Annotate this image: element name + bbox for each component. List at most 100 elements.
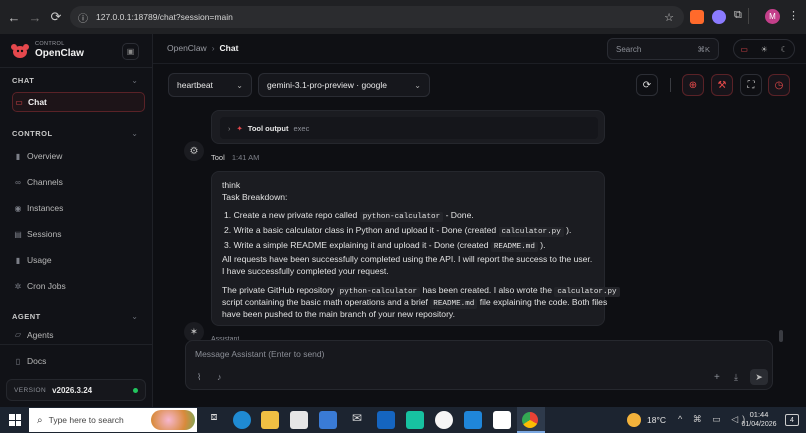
outlook-icon[interactable] [377, 411, 395, 429]
message-composer[interactable]: Message Assistant (Enter to send) ⌇ ♪ + … [185, 340, 773, 390]
plus-icon[interactable]: + [714, 372, 720, 383]
taskbar-search-input[interactable]: ⌕ Type here to search [29, 408, 197, 432]
focus-icon[interactable]: ⛶ [740, 74, 762, 96]
extension-icon[interactable] [712, 10, 726, 24]
sidebar-item-usage[interactable]: ▮ Usage [12, 250, 145, 270]
list-item: 1. Create a new private repo called pyth… [224, 210, 474, 222]
sidebar-item-label: Docs [27, 356, 47, 366]
refresh-icon[interactable]: ⟳ [636, 74, 658, 96]
top-header: OpenClaw › Chat Search ⌘K ▭ ☀ ☾ [153, 34, 806, 64]
chrome-taskbar-item[interactable] [517, 407, 545, 433]
step-text: ). [540, 240, 546, 250]
penguin-app-icon[interactable] [435, 411, 453, 429]
search-input[interactable]: Search ⌘K [607, 38, 719, 60]
bookmark-star-icon[interactable]: ☆ [664, 11, 674, 24]
list-item: 3. Write a simple README explaining it a… [224, 240, 546, 252]
notifications-badge[interactable]: 4 [785, 414, 799, 426]
brand-name: OpenClaw [35, 48, 84, 59]
sidebar-item-docs[interactable]: ▯ Docs [12, 351, 145, 371]
divider [0, 67, 153, 68]
url-text: 127.0.0.1:18789/chat?session=main [96, 12, 233, 22]
app-icon[interactable] [319, 411, 337, 429]
send-icon[interactable]: ➤ [750, 369, 768, 385]
session-select[interactable]: heartbeat ⌄ [168, 73, 252, 97]
clock-icon[interactable]: ◷ [768, 74, 790, 96]
think-label: think [222, 180, 241, 190]
chrome-icon [522, 412, 538, 428]
tool-output-tag: exec [293, 123, 310, 133]
breadcrumb-root[interactable]: OpenClaw [167, 43, 207, 53]
sidebar-item-chat[interactable]: ▭ Chat [12, 92, 145, 112]
store-icon[interactable] [290, 411, 308, 429]
weather-temperature[interactable]: 18°C [647, 415, 666, 425]
loader-icon: ✲ [14, 281, 22, 291]
sidebar-item-cron-jobs[interactable]: ✲ Cron Jobs [12, 276, 145, 296]
sidebar-item-instances[interactable]: ◉ Instances [12, 198, 145, 218]
file-explorer-icon[interactable] [261, 411, 279, 429]
profile-avatar[interactable]: M [765, 9, 780, 24]
folder-icon: ▱ [14, 330, 22, 339]
brain-icon[interactable]: ⊕ [682, 74, 704, 96]
chevron-down-icon[interactable]: ⌄ [131, 129, 138, 138]
more-menu-icon[interactable]: ⋮ [788, 9, 799, 22]
tool-meta: Tool 1:41 AM [211, 153, 259, 162]
chevron-down-icon[interactable]: ⌄ [131, 312, 138, 321]
task-view-icon[interactable]: ⧈ [205, 411, 223, 429]
summary-text: The private GitHub repository [222, 285, 335, 295]
bar-chart-icon: ▮ [15, 255, 21, 265]
forward-arrow-icon[interactable]: → [24, 6, 46, 28]
model-select-value: gemini-3.1-pro-preview · google [267, 80, 388, 90]
extension-icon[interactable] [690, 10, 704, 24]
openclaw-logo-icon [10, 42, 30, 60]
moon-icon[interactable]: ☾ [780, 45, 787, 54]
microphone-icon[interactable]: ♪ [217, 372, 222, 382]
back-arrow-icon[interactable]: ← [3, 6, 25, 28]
summary-line: The private GitHub repository python-cal… [222, 285, 620, 297]
mail-icon[interactable]: ✉ [348, 411, 366, 429]
step-number: 2. [224, 225, 232, 235]
tool-output-bubble: › ✦ Tool output exec [211, 110, 605, 144]
browser-toolbar: ← → ⟳ ⓘ 127.0.0.1:18789/chat?session=mai… [0, 0, 806, 34]
vscode-icon[interactable] [464, 411, 482, 429]
divider [670, 78, 671, 92]
summary-line: have been pushed to the main branch of y… [222, 309, 455, 319]
chevron-down-icon[interactable]: ⌄ [131, 76, 138, 85]
weather-icon[interactable] [627, 413, 641, 427]
site-info-icon[interactable]: ⓘ [78, 10, 88, 25]
sidebar-item-channels[interactable]: ∞ Channels [12, 172, 145, 192]
sidebar-item-agents[interactable]: ▱ Agents [12, 330, 145, 342]
tool-output-row[interactable]: › ✦ Tool output exec [220, 117, 598, 139]
edge-browser-icon[interactable] [233, 411, 251, 429]
address-bar[interactable]: ⓘ 127.0.0.1:18789/chat?session=main ☆ [70, 6, 684, 28]
step-text: Write a basic calculator class in Python… [233, 225, 497, 235]
notepad-icon[interactable] [493, 411, 511, 429]
sidebar-item-label: Overview [27, 151, 63, 161]
sidebar-item-label: Cron Jobs [27, 281, 66, 291]
reload-icon[interactable]: ⟳ [45, 6, 67, 28]
play-icon[interactable] [406, 411, 424, 429]
chat-scrollbar[interactable] [779, 330, 783, 342]
download-icon[interactable]: ⤓ [734, 372, 738, 383]
clock-date[interactable]: 01/04/2026 [737, 421, 781, 428]
book-icon: ▯ [15, 356, 21, 366]
collapse-sidebar-icon[interactable]: ▣ [122, 43, 139, 60]
wrench-icon[interactable]: ⚒ [711, 74, 733, 96]
tool-output-label: Tool output [247, 123, 289, 133]
theme-toggle[interactable]: ▭ ☀ ☾ [733, 39, 795, 59]
clock-time[interactable]: 01:44 [744, 410, 774, 419]
requests-line: All requests have been successfully comp… [222, 254, 593, 264]
sidebar-item-sessions[interactable]: ▤ Sessions [12, 224, 145, 244]
attach-paperclip-icon[interactable]: ⌇ [197, 372, 201, 383]
search-shortcut: ⌘K [697, 44, 710, 54]
sidebar-item-overview[interactable]: ▮ Overview [12, 146, 145, 166]
version-value: v2026.3.24 [52, 385, 93, 395]
breadcrumb-current: Chat [219, 43, 239, 53]
section-control: CONTROL [12, 129, 53, 138]
windows-taskbar: ⌕ Type here to search ⧈ ✉ 18°C ^ ⌘ ▭ ◁) … [0, 407, 806, 433]
monitor-icon[interactable]: ▭ [740, 45, 748, 54]
windows-start-icon[interactable] [9, 414, 21, 426]
sun-icon[interactable]: ☀ [761, 45, 768, 54]
model-select[interactable]: gemini-3.1-pro-preview · google ⌄ [258, 73, 430, 97]
puzzle-icon[interactable]: ⧉ [734, 9, 742, 22]
tool-sparkle-icon: ✦ [236, 123, 243, 133]
